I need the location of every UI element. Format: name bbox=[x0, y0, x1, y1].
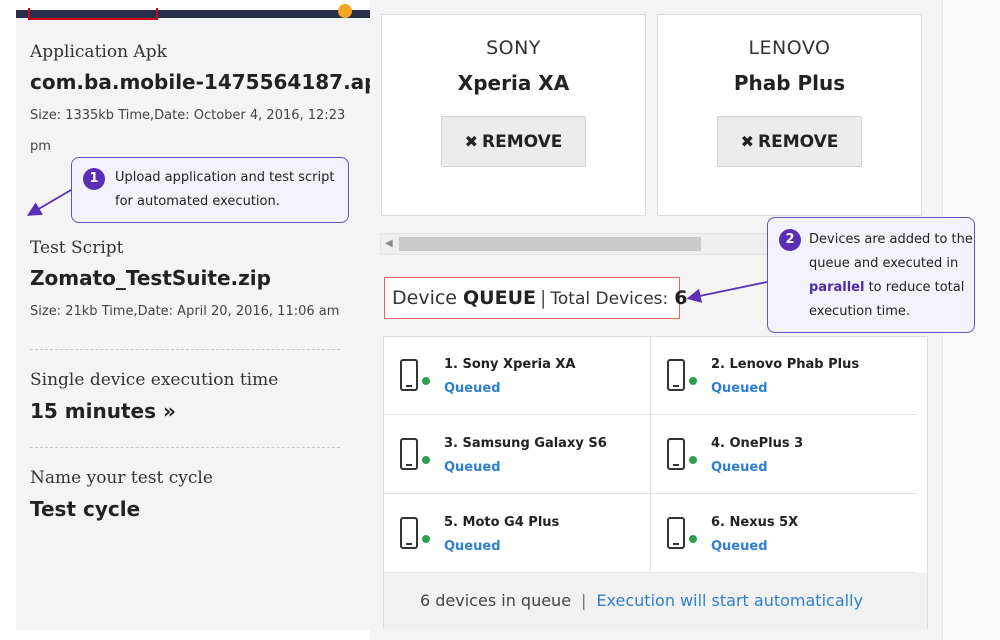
callout-line: Upload application and test script bbox=[115, 170, 335, 185]
queue-item[interactable]: 3. Samsung Galaxy S6 Queued bbox=[384, 416, 650, 494]
device-card-lenovo: LENOVO Phab Plus ✖ REMOVE bbox=[657, 14, 922, 216]
scrollbar-thumb[interactable] bbox=[399, 237, 701, 251]
callout-line: Devices are added to the bbox=[809, 232, 973, 247]
online-status-icon bbox=[689, 456, 697, 464]
online-status-icon bbox=[422, 456, 430, 464]
phone-icon bbox=[667, 517, 685, 549]
queue-item[interactable]: 5. Moto G4 Plus Queued bbox=[384, 495, 650, 573]
separator: | bbox=[540, 287, 547, 309]
close-icon: ✖ bbox=[464, 132, 478, 151]
device-status: Queued bbox=[711, 460, 768, 475]
queue-title-prefix: Device bbox=[392, 287, 457, 309]
highlight-frame bbox=[28, 8, 158, 20]
step-number-badge: 2 bbox=[779, 229, 801, 251]
script-meta: Size: 21kb Time,Date: April 20, 2016, 11… bbox=[30, 304, 340, 319]
callout-line: queue and executed in bbox=[809, 256, 959, 271]
device-queue: 1. Sony Xperia XA Queued 2. Lenovo Phab … bbox=[383, 336, 928, 629]
remove-button[interactable]: ✖ REMOVE bbox=[441, 116, 586, 167]
callout-line: parallel to reduce total bbox=[809, 276, 973, 300]
status-indicator-icon bbox=[338, 4, 352, 18]
device-brand: SONY bbox=[486, 37, 541, 59]
apk-filename[interactable]: com.ba.mobile-1475564187.apk bbox=[30, 70, 392, 94]
device-status: Queued bbox=[444, 460, 501, 475]
step-number-badge: 1 bbox=[83, 168, 105, 190]
queue-item[interactable]: 6. Nexus 5X Queued bbox=[651, 495, 917, 573]
phone-icon bbox=[667, 359, 685, 391]
callout-upload: 1 Upload application and test script for… bbox=[71, 157, 349, 223]
queue-footer: 6 devices in queue | Execution will start … bbox=[384, 573, 927, 629]
close-icon: ✖ bbox=[740, 132, 754, 151]
apk-label: Application Apk bbox=[30, 42, 167, 62]
device-name: 3. Samsung Galaxy S6 bbox=[444, 436, 607, 451]
online-status-icon bbox=[689, 377, 697, 385]
device-status: Queued bbox=[444, 381, 501, 396]
device-brand: LENOVO bbox=[748, 37, 831, 59]
phone-icon bbox=[400, 359, 418, 391]
callout-text: Devices are added to the queue and execu… bbox=[809, 228, 973, 324]
execution-time-label: Single device execution time bbox=[30, 370, 279, 390]
queue-item[interactable]: 1. Sony Xperia XA Queued bbox=[384, 337, 650, 415]
online-status-icon bbox=[689, 535, 697, 543]
apk-meta-line1: Size: 1335kb Time,Date: October 4, 2016,… bbox=[30, 108, 346, 123]
callout-highlight: parallel bbox=[809, 280, 865, 295]
callout-text: Upload application and test script for a… bbox=[115, 166, 334, 214]
total-devices-count: 6 bbox=[674, 287, 688, 309]
device-status: Queued bbox=[444, 539, 501, 554]
device-name: 2. Lenovo Phab Plus bbox=[711, 357, 860, 372]
queue-title-bold: QUEUE bbox=[463, 287, 536, 309]
divider bbox=[30, 349, 340, 350]
separator: | bbox=[581, 591, 587, 610]
execution-time-link[interactable]: 15 minutes » bbox=[30, 399, 176, 423]
remove-button[interactable]: ✖ REMOVE bbox=[717, 116, 862, 167]
upload-panel: Application Apk com.ba.mobile-1475564187… bbox=[16, 4, 392, 630]
device-status: Queued bbox=[711, 539, 768, 554]
online-status-icon bbox=[422, 535, 430, 543]
device-model: Xperia XA bbox=[457, 71, 570, 95]
divider bbox=[30, 447, 340, 448]
execution-start-link[interactable]: Execution will start automatically bbox=[596, 591, 863, 610]
device-model: Phab Plus bbox=[733, 71, 846, 95]
queue-count-text: 6 devices in queue bbox=[420, 591, 572, 610]
top-header-strip bbox=[16, 4, 370, 20]
online-status-icon bbox=[422, 377, 430, 385]
callout-line-rest: to reduce total bbox=[864, 280, 965, 295]
remove-label: REMOVE bbox=[758, 132, 839, 152]
test-cycle-label: Name your test cycle bbox=[30, 468, 213, 488]
test-cycle-name[interactable]: Test cycle bbox=[30, 497, 140, 521]
device-name: 1. Sony Xperia XA bbox=[444, 357, 576, 372]
total-devices-label: Total Devices: bbox=[550, 289, 669, 309]
horizontal-scrollbar[interactable]: ◀ bbox=[380, 233, 780, 255]
script-filename[interactable]: Zomato_TestSuite.zip bbox=[30, 266, 271, 290]
queue-item[interactable]: 2. Lenovo Phab Plus Queued bbox=[651, 337, 917, 415]
phone-icon bbox=[400, 517, 418, 549]
callout-queue: 2 Devices are added to the queue and exe… bbox=[767, 217, 975, 333]
device-name: 6. Nexus 5X bbox=[711, 515, 799, 530]
device-status: Queued bbox=[711, 381, 768, 396]
script-label: Test Script bbox=[30, 238, 124, 258]
queue-header: Device QUEUE | Total Devices: 6 bbox=[384, 277, 688, 319]
scroll-left-icon[interactable]: ◀ bbox=[385, 238, 393, 249]
phone-icon bbox=[400, 438, 418, 470]
remove-label: REMOVE bbox=[482, 132, 563, 152]
device-card-sony: SONY Xperia XA ✖ REMOVE bbox=[381, 14, 646, 216]
apk-meta: Size: 1335kb Time,Date: October 4, 2016,… bbox=[30, 100, 345, 162]
phone-icon bbox=[667, 438, 685, 470]
callout-line: execution time. bbox=[809, 304, 910, 319]
queue-item[interactable]: 4. OnePlus 3 Queued bbox=[651, 416, 917, 494]
callout-line: for automated execution. bbox=[115, 194, 280, 209]
device-name: 4. OnePlus 3 bbox=[711, 436, 804, 451]
device-name: 5. Moto G4 Plus bbox=[444, 515, 560, 530]
